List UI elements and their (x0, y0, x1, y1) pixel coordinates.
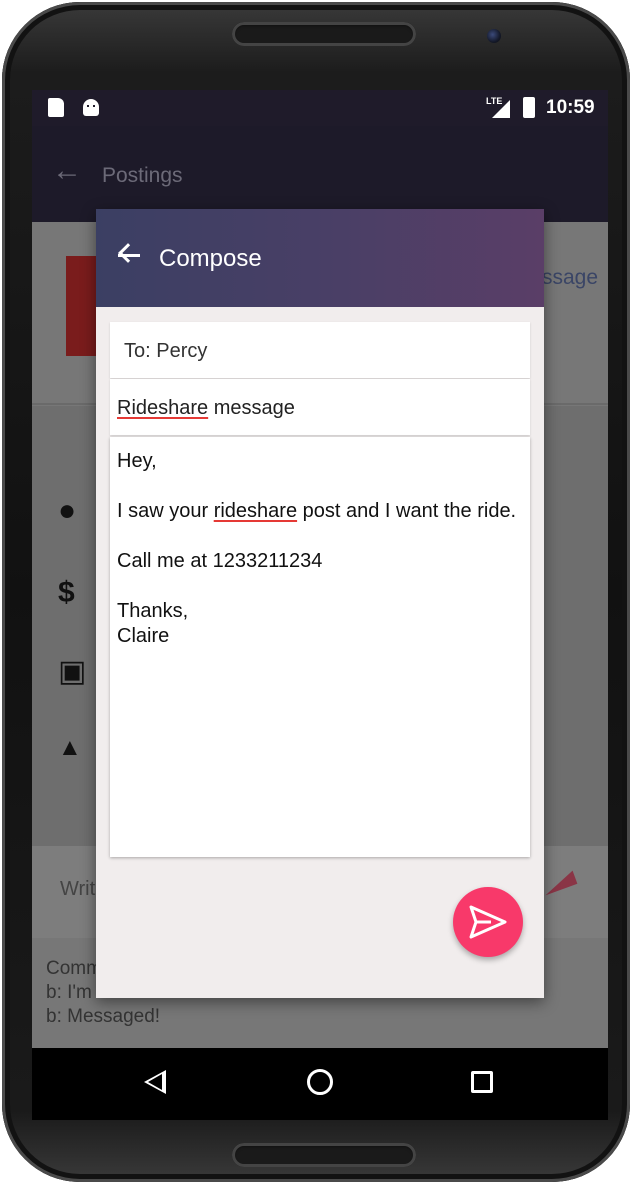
compose-title: Compose (159, 245, 262, 272)
body-signoff: Thanks, (117, 600, 189, 622)
background-toolbar: ← Postings (32, 126, 608, 222)
subject-text: Rideshare message (117, 397, 295, 420)
send-button[interactable] (453, 887, 523, 957)
comment-line: b: I'm (46, 982, 92, 1003)
bottom-speaker (232, 1143, 416, 1167)
nav-recents-icon[interactable] (471, 1071, 493, 1093)
body-name: Claire (117, 625, 170, 647)
background-title: Postings (102, 164, 183, 187)
subject-field[interactable]: Rideshare message (110, 379, 530, 435)
recipient-text: To: Percy (124, 340, 208, 362)
background-back-arrow-icon: ← (52, 154, 82, 187)
sd-card-icon (48, 98, 64, 117)
comment-line: b: Messaged! (46, 1006, 161, 1027)
compose-dialog: Compose To: Percy Rideshare message Hey,… (96, 209, 544, 998)
front-camera (487, 29, 501, 43)
body-greeting: Hey, (117, 450, 157, 472)
location-pin-icon: ● (58, 494, 77, 527)
android-icon (83, 99, 99, 116)
nav-back-icon[interactable] (144, 1070, 166, 1094)
clipboard-icon: ▣ (58, 655, 87, 688)
back-arrow-icon[interactable] (116, 243, 142, 269)
body-line1-end: post and I want the ride. (297, 500, 517, 522)
comment-line: Comm (46, 958, 102, 979)
background-image (66, 256, 98, 356)
background-send-icon (540, 870, 578, 896)
school-icon: ▲ (58, 734, 82, 761)
navigation-bar (32, 1048, 608, 1120)
message-body-field[interactable]: Hey, I saw your rideshare post and I wan… (110, 437, 530, 857)
status-bar: LTE 10:59 (32, 90, 608, 126)
top-speaker (232, 22, 416, 46)
body-misspelled-word: rideshare (213, 500, 298, 522)
background-message-link: ssage (542, 266, 599, 289)
subject-misspelled-word: Rideshare (117, 397, 209, 419)
send-icon (469, 905, 507, 939)
clock: 10:59 (546, 97, 595, 118)
phone-frame: LTE 10:59 ← Postings ssage ● $ ▣ ▲ Writ … (2, 2, 630, 1182)
body-line1-start: I saw your (117, 500, 214, 522)
message-body-text: Hey, I saw your rideshare post and I wan… (117, 449, 517, 649)
dollar-icon: $ (58, 576, 75, 609)
battery-icon (523, 97, 535, 118)
signal-icon (492, 100, 510, 118)
nav-home-icon[interactable] (307, 1069, 333, 1095)
body-phone-line: Call me at 1233211234 (117, 550, 323, 572)
compose-header: Compose (96, 209, 544, 307)
device-screen: LTE 10:59 ← Postings ssage ● $ ▣ ▲ Writ … (32, 90, 608, 1120)
recipient-field[interactable]: To: Percy (110, 322, 530, 378)
background-write-placeholder: Writ (60, 878, 96, 900)
subject-rest: message (208, 397, 295, 419)
